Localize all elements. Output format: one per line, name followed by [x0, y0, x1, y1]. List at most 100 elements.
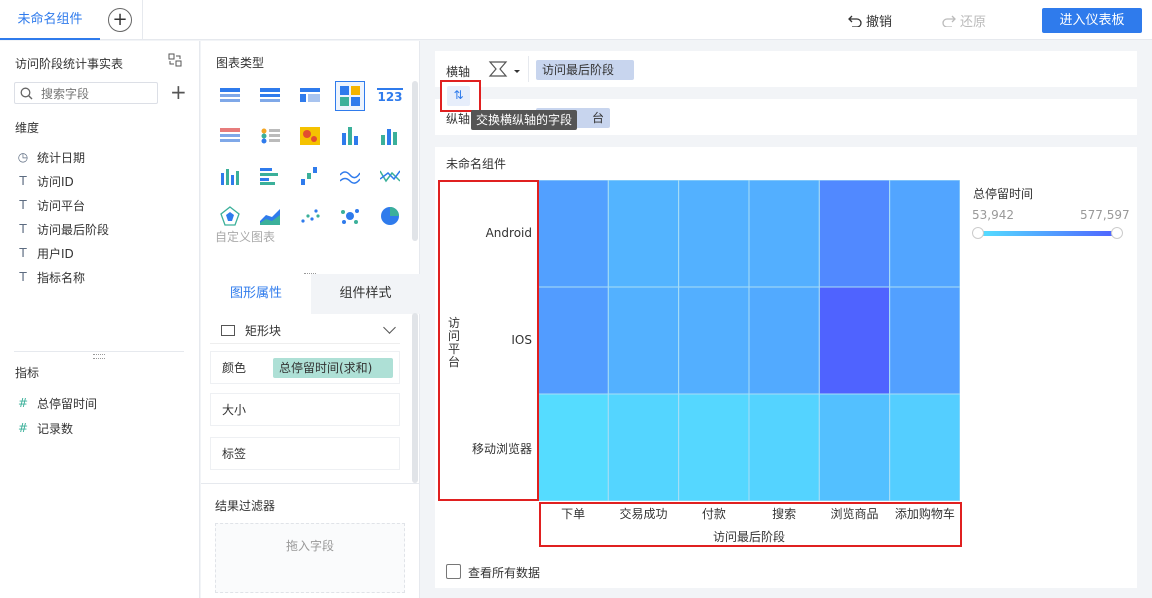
tag-property[interactable]: 标签 — [210, 437, 400, 470]
legend-min: 53,942 — [972, 208, 1014, 222]
tab-shape-properties[interactable]: 图形属性 — [201, 274, 311, 314]
number-icon: # — [17, 396, 29, 410]
view-all-checkbox[interactable] — [446, 564, 461, 579]
table-chart-icon[interactable] — [215, 81, 245, 111]
field-label: 用户ID — [37, 246, 74, 261]
divider — [201, 483, 420, 484]
color-label: 颜色 — [222, 361, 247, 375]
field-label: 统计日期 — [37, 150, 86, 165]
grouped-bar-icon[interactable] — [375, 121, 405, 151]
cross-table-icon[interactable] — [295, 81, 325, 111]
line-chart-icon[interactable] — [335, 161, 365, 191]
heatmap-cell[interactable] — [889, 286, 960, 395]
text-icon: T — [19, 174, 27, 188]
heat-region-icon[interactable] — [295, 121, 325, 151]
text-icon: T — [19, 198, 27, 212]
area-chart-icon[interactable] — [255, 201, 285, 231]
heatmap-cell[interactable] — [748, 180, 820, 288]
chart-type-title: 图表类型 — [216, 56, 265, 70]
scrollbar[interactable] — [412, 313, 418, 483]
undo-icon — [848, 15, 862, 28]
swap-axes-button[interactable]: ⇅ — [447, 86, 470, 106]
shape-select[interactable]: 矩形块 — [210, 317, 400, 344]
heatmap-cell[interactable] — [607, 180, 680, 288]
bubble-table-icon[interactable] — [255, 121, 285, 151]
heatmap-cell[interactable] — [538, 180, 609, 288]
add-tab-button[interactable]: + — [108, 8, 132, 32]
legend-handle-min[interactable] — [972, 227, 984, 239]
heatmap-cell[interactable] — [538, 393, 609, 501]
group-table-icon[interactable] — [255, 81, 285, 111]
chart-title: 未命名组件 — [446, 157, 507, 171]
colored-table-icon[interactable] — [215, 121, 245, 151]
search-icon — [20, 87, 33, 100]
color-field-pill[interactable]: 总停留时间(求和) — [273, 358, 393, 378]
heatmap-cell[interactable] — [889, 180, 960, 288]
heatmap-cell[interactable] — [748, 286, 820, 395]
kpi-number-icon[interactable]: 123 — [375, 81, 405, 111]
tab-component-style[interactable]: 组件样式 — [311, 274, 420, 314]
table-title: 访问阶段统计事实表 — [15, 57, 124, 71]
heatmap-chart-icon[interactable] — [335, 81, 365, 111]
field-item[interactable]: T 用户ID — [15, 243, 74, 263]
y-axis-highlight — [438, 180, 539, 501]
radar-chart-icon[interactable] — [215, 201, 245, 231]
heatmap-cell[interactable] — [818, 286, 891, 395]
pie-chart-icon[interactable] — [375, 201, 405, 231]
heatmap-cell[interactable] — [678, 393, 750, 501]
resize-grip[interactable] — [93, 354, 105, 359]
field-item[interactable]: # 记录数 — [15, 418, 73, 438]
bar-chart-icon[interactable] — [215, 161, 245, 191]
size-property[interactable]: 大小 — [210, 393, 400, 426]
redo-button[interactable]: 还原 — [942, 11, 986, 30]
property-tabs: 图形属性 组件样式 — [201, 274, 420, 314]
heatmap-cell[interactable] — [607, 393, 680, 501]
clock-icon: ◷ — [17, 150, 29, 164]
polyline-chart-icon[interactable] — [375, 161, 405, 191]
sort-icon[interactable] — [488, 59, 522, 79]
enter-dashboard-button[interactable]: 进入仪表板 — [1042, 8, 1142, 33]
filter-drop-zone[interactable]: 拖入字段 — [215, 523, 405, 593]
heatmap-cell[interactable] — [678, 180, 750, 288]
field-item[interactable]: T 访问平台 — [15, 195, 85, 215]
field-item[interactable]: T 指标名称 — [15, 267, 85, 287]
add-field-button[interactable]: + — [170, 81, 187, 103]
field-item[interactable]: # 总停留时间 — [15, 393, 97, 413]
switch-table-icon[interactable] — [168, 53, 182, 67]
tag-label: 标签 — [222, 447, 247, 461]
bubble-chart-icon[interactable] — [335, 201, 365, 231]
waterfall-icon[interactable] — [295, 161, 325, 191]
divider — [528, 56, 529, 82]
stacked-bar-icon[interactable] — [335, 121, 365, 151]
field-label: 访问最后阶段 — [37, 222, 110, 237]
x-axis-field-pill[interactable]: 访问最后阶段 — [536, 60, 634, 80]
scrollbar[interactable] — [412, 81, 418, 241]
chart-panel: 未命名组件 Android IOS 移动浏览器 下单 交易成功 付款 搜索 浏览商品 添加购物… — [435, 147, 1137, 588]
heatmap-cell[interactable] — [748, 393, 820, 501]
chevron-down-icon — [383, 321, 396, 334]
field-item[interactable]: T 访问ID — [15, 171, 73, 191]
heatmap-cell[interactable] — [818, 393, 891, 501]
heatmap-cell[interactable] — [678, 286, 750, 395]
heatmap-cell[interactable] — [607, 286, 680, 395]
legend-handle-max[interactable] — [1111, 227, 1123, 239]
shape-value: 矩形块 — [245, 323, 282, 338]
heatmap-cell[interactable] — [818, 180, 891, 288]
heatmap-cell[interactable] — [538, 286, 609, 395]
scatter-chart-icon[interactable] — [295, 201, 325, 231]
undo-button[interactable]: 撤销 — [848, 11, 892, 30]
field-item[interactable]: T 访问最后阶段 — [15, 219, 109, 239]
field-search[interactable] — [14, 82, 158, 104]
color-property[interactable]: 颜色 总停留时间(求和) — [210, 351, 400, 384]
swap-highlight: ⇅ — [440, 80, 481, 112]
heatmap-cell[interactable] — [889, 393, 960, 501]
divider — [142, 0, 143, 40]
field-item[interactable]: ◷ 统计日期 — [15, 147, 85, 167]
view-all-label: 查看所有数据 — [468, 566, 541, 580]
component-tab[interactable]: 未命名组件 — [0, 0, 100, 40]
search-input[interactable] — [41, 85, 151, 102]
chart-config-panel: 图表类型 123 自定义图表 图形属性 组件样式 矩形块 颜色 总停留时间(求和… — [201, 41, 420, 598]
custom-chart-label[interactable]: 自定义图表 — [215, 228, 275, 245]
legend-gradient — [978, 231, 1116, 236]
horizontal-bar-icon[interactable] — [255, 161, 285, 191]
